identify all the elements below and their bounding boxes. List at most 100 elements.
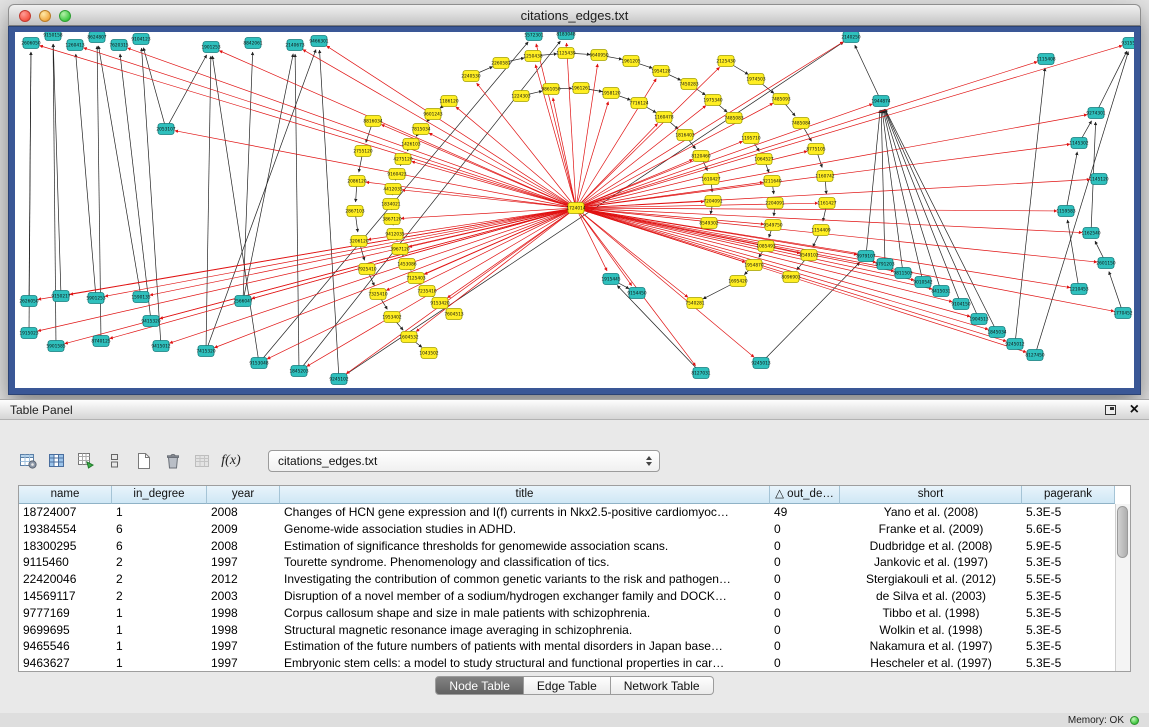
cell-year: 2009 — [207, 521, 280, 538]
table-row[interactable]: 2242004622012Investigating the contribut… — [19, 571, 1130, 588]
select-columns-button[interactable] — [47, 450, 67, 472]
tab-node-table[interactable]: Node Table — [435, 676, 524, 695]
graph-edge — [1015, 68, 1045, 344]
graph-node-label: 9601243 — [423, 112, 442, 118]
graph-edge — [1109, 272, 1123, 313]
table-row[interactable]: 946362711997Embryonic stem cells: a mode… — [19, 655, 1130, 672]
graph-node-label: 7235410 — [417, 289, 436, 295]
graph-node-label: 6791203 — [875, 262, 894, 268]
graph-node-label: 2204091 — [765, 201, 784, 207]
graph-edge — [150, 208, 576, 295]
graph-node-label: 3967120 — [390, 247, 409, 253]
function-builder-button[interactable]: f(x) — [221, 450, 241, 472]
scrollbar-thumb[interactable] — [1117, 506, 1128, 558]
cell-out_degree: 0 — [770, 622, 840, 639]
select-columns-icon — [49, 453, 65, 469]
column-header-out_degree[interactable]: △ out_de… — [770, 486, 840, 504]
table-body: 1872400712008Changes of HCN gene express… — [19, 504, 1130, 672]
graph-node-label: 1145120 — [1089, 177, 1108, 183]
cell-out_degree: 49 — [770, 504, 840, 521]
cell-in_degree: 1 — [112, 605, 207, 622]
graph-node-label: 5901585 — [46, 344, 65, 350]
graph-node-label: 3206120 — [349, 239, 368, 245]
graph-node-label: 7540281 — [685, 301, 704, 307]
table-row[interactable]: 1938455462009Genome-wide association stu… — [19, 521, 1130, 538]
cell-pagerank: 5.3E-5 — [1022, 588, 1115, 605]
graph-node-label: 2140673 — [285, 43, 304, 49]
graph-edge — [576, 208, 932, 289]
column-header-in_degree[interactable]: in_degree — [112, 486, 207, 504]
cell-short: Jankovic et al. (1997) — [840, 554, 1022, 571]
cell-short: Hescheler et al. (1997) — [840, 655, 1022, 672]
graph-node-label: 7925410 — [357, 267, 376, 273]
create-table-icon — [137, 453, 151, 469]
graph-edge — [166, 55, 207, 129]
cell-title: Estimation of the future numbers of pati… — [280, 638, 770, 655]
tab-edge-table[interactable]: Edge Table — [524, 676, 611, 695]
table-row[interactable]: 946554611997Estimation of the future num… — [19, 638, 1130, 655]
column-header-short[interactable]: short — [840, 486, 1022, 504]
table-row[interactable]: 911546021997Tourette syndrome. Phenomeno… — [19, 554, 1130, 571]
rows-button[interactable] — [105, 450, 125, 472]
cell-short: Yano et al. (2008) — [840, 504, 1022, 521]
table-settings-button[interactable] — [18, 450, 38, 472]
network-canvas[interactable]: 2606050915015812604138624807762031591041… — [15, 32, 1134, 388]
table-row[interactable]: 1830029562008Estimation of significance … — [19, 538, 1130, 555]
table-panel-header: Table Panel × — [0, 400, 1149, 420]
graph-edge — [143, 48, 166, 129]
column-header-title[interactable]: title — [280, 486, 770, 504]
graph-node-label: 1250438 — [523, 54, 542, 60]
cell-short: Stergiakouli et al. (2012) — [840, 571, 1022, 588]
graph-node-label: 1125439 — [556, 51, 575, 57]
graph-edge — [883, 110, 923, 282]
graph-node-label: 8120460 — [691, 154, 710, 160]
close-panel-icon[interactable]: × — [1130, 403, 1139, 417]
network-graph[interactable]: 2606050915015812604138624807762031591041… — [15, 32, 1134, 388]
cell-name: 9777169 — [19, 605, 112, 622]
graph-node-label: 6640950 — [589, 53, 608, 59]
graph-node-label: 1695420 — [728, 279, 747, 285]
graph-edge — [881, 110, 885, 264]
cell-pagerank: 5.3E-5 — [1022, 622, 1115, 639]
window-titlebar[interactable]: citations_edges.txt — [8, 4, 1141, 26]
column-header-name[interactable]: name — [19, 486, 112, 504]
graph-node-label: 1834021 — [381, 202, 400, 208]
graph-node-label: 9150217 — [51, 294, 70, 300]
zoom-window-icon[interactable] — [59, 10, 71, 22]
graph-node-label: 7604513 — [444, 312, 463, 318]
edit-table-button[interactable] — [76, 450, 96, 472]
tab-network-table[interactable]: Network Table — [611, 676, 714, 695]
graph-node-label: 8624807 — [87, 35, 106, 41]
table-toolbar: f(x) citations_edges.txt — [18, 449, 1149, 473]
table-row[interactable]: 969969511998Structural magnetic resonanc… — [19, 622, 1130, 639]
graph-edge — [576, 208, 745, 262]
column-header-year[interactable]: year — [207, 486, 280, 504]
graph-node-label: 9466301 — [309, 39, 328, 45]
graph-node-label: 7716124 — [629, 101, 648, 107]
table-row[interactable]: 1456911722003Disruption of a novel membe… — [19, 588, 1130, 605]
cell-year: 2008 — [207, 504, 280, 521]
vertical-scrollbar[interactable] — [1115, 504, 1130, 671]
delete-table-button[interactable] — [163, 450, 183, 472]
table-row[interactable]: 977716911998Corpus callosum shape and si… — [19, 605, 1130, 622]
cell-title: Tourette syndrome. Phenomenology and cla… — [280, 554, 770, 571]
column-header-pagerank[interactable]: pagerank — [1022, 486, 1115, 504]
table-row[interactable]: 1872400712008Changes of HCN gene express… — [19, 504, 1130, 521]
graph-node-label: 4275120 — [393, 157, 412, 163]
import-table-button[interactable] — [192, 450, 212, 472]
graph-node-label: 1064527 — [754, 157, 773, 163]
close-window-icon[interactable] — [19, 10, 31, 22]
graph-node-label: 1161427 — [817, 201, 836, 207]
cell-name: 14569117 — [19, 588, 112, 605]
minimize-window-icon[interactable] — [39, 10, 51, 22]
graph-edge — [866, 110, 880, 256]
graph-node-label: 2140250 — [841, 35, 860, 41]
graph-node-label: 8127031 — [691, 371, 710, 377]
table-selector-dropdown[interactable]: citations_edges.txt — [268, 450, 660, 472]
graph-node-label: 9104150 — [951, 302, 970, 308]
graph-node-label: 8127450 — [1025, 353, 1044, 359]
float-panel-icon[interactable] — [1105, 405, 1116, 415]
table-panel-title: Table Panel — [10, 403, 73, 417]
graph-edge — [576, 208, 1114, 311]
create-table-button[interactable] — [134, 450, 154, 472]
